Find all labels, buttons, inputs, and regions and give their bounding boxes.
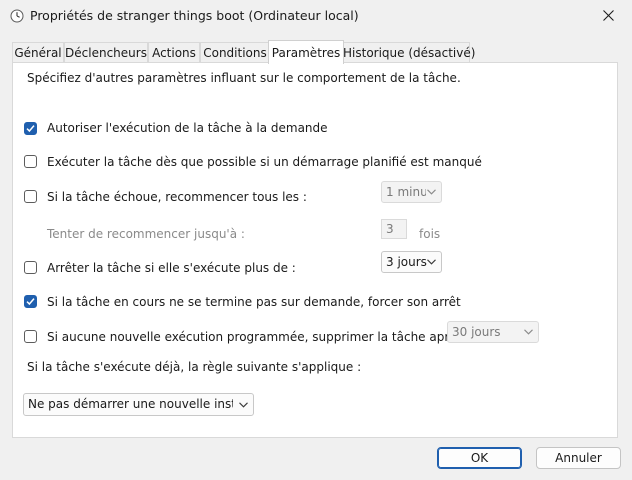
settings-panel: Spécifiez d'autres paramètres influant s… — [12, 62, 618, 438]
tab-general[interactable]: Général — [12, 42, 64, 63]
checkmark-icon — [26, 125, 35, 133]
cancel-button[interactable]: Annuler — [536, 447, 621, 469]
checkmark-icon — [26, 298, 35, 306]
title-bar: Propriétés de stranger things boot (Ordi… — [0, 0, 632, 32]
stop-if-longer-label: Arrêter la tâche si elle s'exécute plus … — [47, 261, 296, 275]
delete-duration-select[interactable]: 30 jours — [447, 321, 539, 343]
tab-conditions[interactable]: Conditions — [200, 42, 270, 63]
tab-history[interactable]: Historique (désactivé) — [342, 42, 475, 63]
task-clock-icon — [10, 9, 24, 23]
chevron-down-icon — [524, 329, 533, 335]
delete-after-checkbox[interactable] — [24, 330, 37, 343]
existing-instance-rule-select[interactable]: Ne pas démarrer une nouvelle instance — [23, 393, 254, 416]
chevron-down-icon — [427, 259, 436, 265]
ok-button[interactable]: OK — [437, 447, 522, 469]
stop-if-longer-checkbox[interactable] — [24, 261, 37, 274]
existing-instance-rule-label: Si la tâche s'exécute déjà, la règle sui… — [27, 360, 362, 374]
run-asap-label: Exécuter la tâche dès que possible si un… — [47, 155, 482, 169]
restart-attempts-unit: fois — [419, 227, 441, 241]
force-stop-checkbox[interactable] — [24, 295, 37, 308]
stop-duration-select[interactable]: 3 jours — [381, 251, 442, 273]
chevron-down-icon — [427, 189, 436, 195]
chevron-down-icon — [239, 402, 248, 408]
delete-after-label: Si aucune nouvelle exécution programmée,… — [47, 330, 471, 344]
window-title: Propriétés de stranger things boot (Ordi… — [30, 8, 359, 23]
run-asap-checkbox[interactable] — [24, 155, 37, 168]
restart-on-fail-label: Si la tâche échoue, recommencer tous les… — [47, 190, 307, 204]
force-stop-label: Si la tâche en cours ne se termine pas s… — [47, 295, 461, 309]
restart-attempts-field[interactable]: 3 — [381, 219, 407, 239]
tab-triggers[interactable]: Déclencheurs — [64, 42, 148, 63]
tab-settings[interactable]: Paramètres — [268, 40, 344, 64]
restart-attempts-label: Tenter de recommencer jusqu'à : — [47, 227, 245, 241]
close-button[interactable] — [586, 0, 632, 32]
tab-actions[interactable]: Actions — [148, 42, 200, 63]
close-icon — [603, 10, 614, 21]
restart-on-fail-checkbox[interactable] — [24, 190, 37, 203]
allow-on-demand-checkbox[interactable] — [24, 122, 37, 135]
settings-intro: Spécifiez d'autres paramètres influant s… — [27, 71, 461, 85]
allow-on-demand-label: Autoriser l'exécution de la tâche à la d… — [47, 121, 328, 135]
restart-interval-select[interactable]: 1 minu — [381, 181, 442, 203]
